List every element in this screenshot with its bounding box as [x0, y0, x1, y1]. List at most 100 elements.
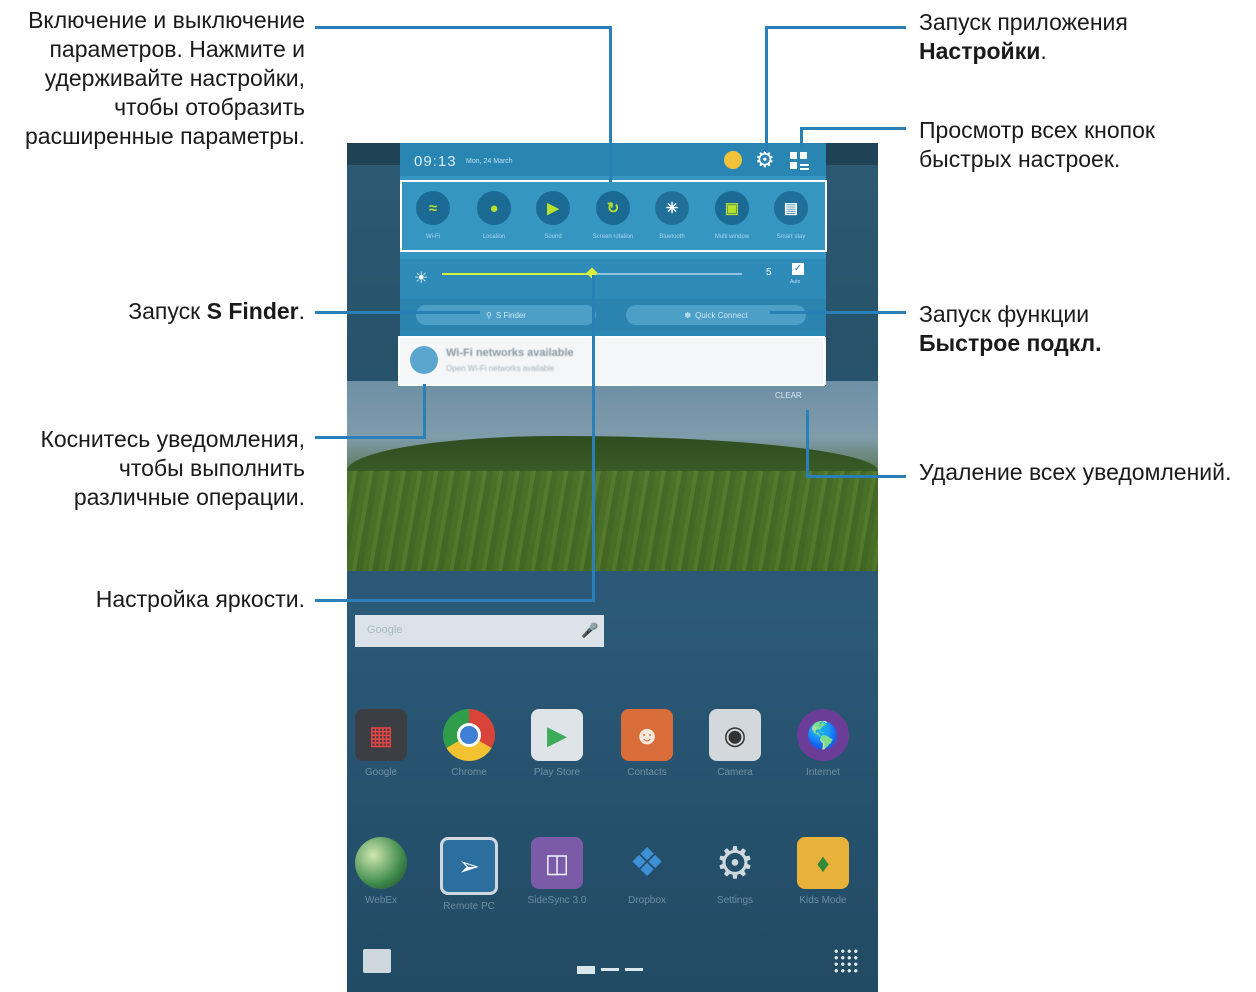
callout-clear-all: Удаление всех уведомлений. [919, 458, 1254, 487]
app-label: Kids Mode [799, 895, 847, 906]
quick-settings-grid-icon[interactable] [790, 152, 810, 170]
app-chrome[interactable]: Chrome [429, 709, 509, 778]
callout-quick-connect-line1: Запуск функции [919, 301, 1090, 327]
callout-toggles-line: удерживайте настройки, [44, 65, 305, 91]
app-internet[interactable]: 🌎 Internet [783, 709, 863, 778]
notification-highlight-box [398, 336, 825, 386]
callout-notification: Коснитесь уведомления, чтобы выполнить р… [0, 425, 305, 512]
page-indicator [577, 961, 649, 979]
callout-brightness-text: Настройка яркости. [95, 586, 305, 612]
brightness-value: 5 [766, 267, 772, 278]
wallpaper-field [347, 381, 878, 571]
callout-notification-line: Коснитесь уведомления, [40, 426, 305, 452]
dropbox-icon: ❖ [629, 841, 665, 885]
leader-line [315, 311, 480, 314]
panel-date: Mon, 24 March [466, 158, 513, 165]
leader-line [770, 311, 906, 314]
settings-gear-icon[interactable]: ⚙ [755, 149, 775, 171]
settings-app-icon: ⚙ [715, 838, 755, 888]
leader-line [609, 26, 612, 182]
finder-connect-row: ⚲ S Finder ✽ Quick Connect [400, 299, 826, 331]
app-label: Internet [806, 767, 840, 778]
google-folder-icon: ▦ [355, 709, 407, 761]
leader-line [315, 436, 426, 439]
callout-sfinder-bold: S Finder [206, 298, 299, 324]
auto-brightness-label: Auto [790, 279, 801, 285]
app-google[interactable]: ▦ Google [347, 709, 421, 778]
app-play-store[interactable]: ▶ Play Store [517, 709, 597, 778]
callout-toggles-line: параметров. Нажмите и [49, 36, 305, 62]
app-webex[interactable]: WebEx [347, 837, 421, 906]
avatar[interactable] [724, 151, 742, 169]
kids-mode-icon: ♦ [797, 837, 849, 889]
tablet-screen: 09:13 Mon, 24 March ⚙ ≈ ● ▶ ↻ ✳ ▣ ▤ Wi-F… [347, 143, 878, 992]
callout-toggles-line: чтобы отобразить [114, 94, 305, 120]
app-dropbox[interactable]: ❖ Dropbox [607, 837, 687, 906]
s-finder-label: S Finder [495, 310, 527, 320]
google-search-bar[interactable]: Google 🎤 [355, 615, 604, 647]
app-camera[interactable]: ◉ Camera [695, 709, 775, 778]
callout-toggles-line: расширенные параметры. [25, 123, 305, 149]
callout-sfinder-prefix: Запуск [128, 298, 207, 324]
app-remote-pc[interactable]: ➢ Remote PC [429, 837, 509, 912]
app-label: Chrome [451, 767, 487, 778]
brightness-fill [442, 273, 592, 275]
panel-time: 09:13 [414, 153, 457, 170]
quick-connect-icon: ✽ [684, 310, 692, 320]
auto-brightness-checkbox[interactable]: ✓ [792, 263, 804, 275]
callout-sfinder-period: . [298, 298, 305, 324]
folder-icon[interactable] [363, 949, 391, 973]
app-label: WebEx [364, 895, 398, 906]
panel-header: 09:13 Mon, 24 March ⚙ [400, 143, 826, 176]
leader-line [423, 384, 426, 439]
callout-toggles: Включение и выключение параметров. Нажми… [0, 6, 305, 151]
play-store-icon: ▶ [531, 709, 583, 761]
leader-line [800, 127, 803, 147]
quick-connect-button[interactable]: ✽ Quick Connect [626, 305, 806, 325]
app-label: Play Store [533, 767, 581, 778]
callout-quick-connect: Запуск функции Быстрое подкл. [919, 300, 1249, 358]
clear-button[interactable]: CLEAR [775, 391, 802, 400]
callout-settings-line1: Запуск приложения [919, 9, 1128, 35]
internet-icon: 🌎 [797, 709, 849, 761]
brightness-row: ☀ 5 ✓ Auto [400, 259, 826, 299]
callout-quick-settings-line: быстрых настроек. [919, 146, 1121, 172]
toggles-highlight-box [400, 180, 827, 252]
leader-line [806, 410, 809, 478]
brightness-icon: ☀ [414, 270, 429, 287]
callout-clear-all-text: Удаление всех уведомлений. [919, 459, 1232, 485]
quick-connect-label: Quick Connect [695, 310, 748, 320]
app-contacts[interactable]: ☻ Contacts [607, 709, 687, 778]
google-search-placeholder: Google [367, 624, 403, 636]
callout-settings: Запуск приложения Настройки. [919, 8, 1249, 66]
app-label: Remote PC [443, 901, 495, 912]
app-settings[interactable]: ⚙ Settings [695, 837, 775, 907]
app-label: Settings [716, 895, 754, 906]
sidesync-icon: ◫ [531, 837, 583, 889]
microphone-icon[interactable]: 🎤 [581, 622, 598, 639]
callout-quick-settings: Просмотр всех кнопок быстрых настроек. [919, 116, 1249, 174]
leader-line [592, 275, 595, 602]
apps-grid-icon[interactable] [833, 948, 859, 974]
callout-settings-period: . [1040, 38, 1047, 64]
callout-settings-bold: Настройки [919, 38, 1041, 64]
app-sidesync[interactable]: ◫ SideSync 3.0 [517, 837, 597, 906]
callout-notification-line: различные операции. [73, 484, 305, 510]
app-label: Dropbox [628, 895, 666, 906]
leader-line [765, 26, 768, 152]
leader-line [315, 599, 595, 602]
wallpaper-grass [347, 471, 878, 571]
wallpaper-trees [347, 436, 878, 471]
leader-line [800, 127, 906, 130]
leader-line [765, 26, 906, 29]
callout-brightness: Настройка яркости. [0, 585, 305, 614]
remote-pc-icon: ➢ [440, 837, 498, 895]
app-label: SideSync 3.0 [527, 895, 587, 906]
contacts-icon: ☻ [621, 709, 673, 761]
camera-icon: ◉ [709, 709, 761, 761]
app-kids-mode[interactable]: ♦ Kids Mode [783, 837, 863, 906]
leader-line [806, 475, 906, 478]
s-finder-button[interactable]: ⚲ S Finder [416, 305, 596, 325]
app-label: Google [364, 767, 398, 778]
callout-sfinder: Запуск S Finder. [0, 297, 305, 326]
